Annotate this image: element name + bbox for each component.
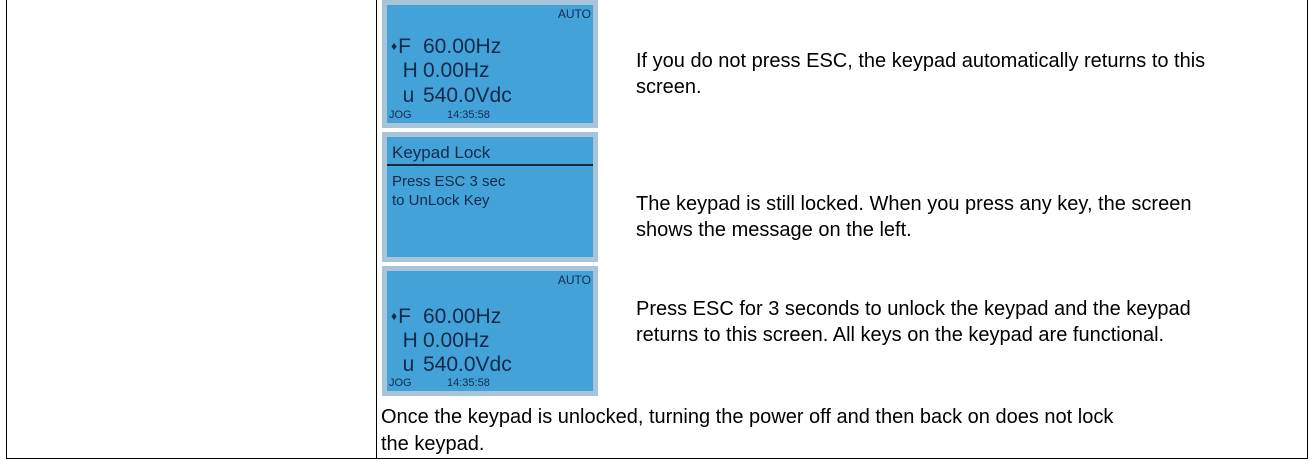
lcd-line2-symbol: H bbox=[402, 59, 418, 82]
up-down-arrow-icon: ♦ bbox=[391, 309, 398, 323]
lcd-line-frequency: ♦F 60.00Hz bbox=[391, 305, 501, 329]
lcd-line3-value: 540.0Vdc bbox=[423, 353, 512, 376]
lcd-mode-label: AUTO bbox=[557, 7, 591, 21]
lcd-line3-symbol: u bbox=[402, 84, 415, 107]
lcd-line-output: H 0.00Hz bbox=[391, 59, 490, 83]
lcd-line-output: H 0.00Hz bbox=[391, 329, 490, 353]
lcd-line1-symbol: F bbox=[398, 35, 411, 58]
lcd-line2-value: 0.00Hz bbox=[423, 59, 490, 82]
lcd-line-voltage: u 540.0Vdc bbox=[391, 353, 512, 377]
lcd-footer-time: 14:35:58 bbox=[447, 109, 490, 121]
lcd-line3-value: 540.0Vdc bbox=[423, 84, 512, 107]
unlock-note: Once the keypad is unlocked, turning the… bbox=[381, 406, 1114, 455]
lcd-divider bbox=[387, 164, 593, 166]
lcd-mode-label: AUTO bbox=[557, 273, 591, 287]
up-down-arrow-icon: ♦ bbox=[391, 39, 398, 53]
lcd-footer-time: 14:35:58 bbox=[447, 377, 490, 389]
lcd-line3-symbol: u bbox=[402, 353, 415, 376]
lcd-footer-mode: JOG bbox=[389, 377, 412, 389]
lcd-lock-line2: to UnLock Key bbox=[392, 192, 490, 209]
lcd-line2-symbol: H bbox=[402, 329, 418, 352]
lcd-display-lock: Keypad Lock Press ESC 3 sec to UnLock Ke… bbox=[382, 132, 598, 262]
lcd-line-frequency: ♦F 60.00Hz bbox=[391, 35, 501, 59]
description-bottom: Press ESC for 3 seconds to unlock the ke… bbox=[636, 298, 1191, 346]
lcd-line2-value: 0.00Hz bbox=[423, 329, 490, 352]
lcd-display-top: AUTO ♦F 60.00Hz H 0.00Hz u 540.0Vdc JOG 14:… bbox=[382, 0, 598, 128]
column-divider bbox=[376, 0, 377, 459]
lcd-lock-title: Keypad Lock bbox=[392, 143, 491, 162]
lcd-line1-symbol: F bbox=[398, 305, 411, 328]
lcd-lock-line1: Press ESC 3 sec bbox=[392, 173, 506, 190]
lcd-footer-mode: JOG bbox=[389, 109, 412, 121]
lcd-line1-value: 60.00Hz bbox=[423, 35, 502, 58]
description-top: If you do not press ESC, the keypad auto… bbox=[636, 50, 1206, 98]
lcd-line-voltage: u 540.0Vdc bbox=[391, 84, 512, 108]
lcd-line1-value: 60.00Hz bbox=[423, 305, 502, 328]
lcd-display-bottom: AUTO ♦F 60.00Hz H 0.00Hz u 540.0Vdc JOG 14:… bbox=[382, 266, 598, 396]
description-middle: The keypad is still locked. When you pre… bbox=[636, 193, 1192, 241]
